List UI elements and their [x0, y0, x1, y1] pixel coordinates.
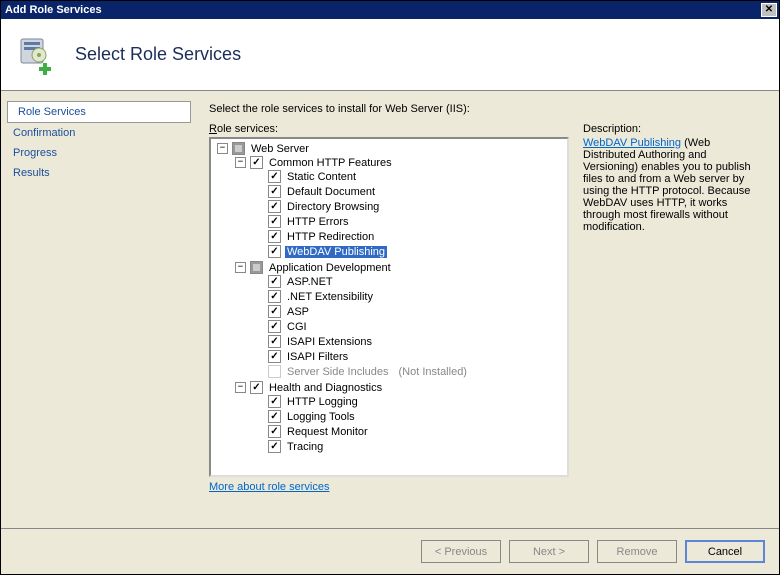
- tree-node-isapi-ext[interactable]: ISAPI Extensions: [253, 335, 565, 348]
- tree-node-net-extensibility[interactable]: .NET Extensibility: [253, 290, 565, 303]
- checkbox[interactable]: [268, 305, 281, 318]
- tree-node-common-http[interactable]: − Common HTTP Features: [235, 156, 565, 169]
- tree-node-webdav-publishing[interactable]: WebDAV Publishing: [253, 245, 565, 258]
- checkbox[interactable]: [268, 425, 281, 438]
- checkbox-disabled: [268, 365, 281, 378]
- tree-node-static-content[interactable]: Static Content: [253, 170, 565, 183]
- body: Role Services Confirmation Progress Resu…: [1, 91, 779, 528]
- dialog-window: Add Role Services ✕ Select Role Services…: [0, 0, 780, 575]
- instruction-text: Select the role services to install for …: [209, 103, 763, 115]
- checkbox[interactable]: [268, 395, 281, 408]
- tree-node-health[interactable]: − Health and Diagnostics: [235, 381, 565, 394]
- tree-node-isapi-filters[interactable]: ISAPI Filters: [253, 350, 565, 363]
- checkbox[interactable]: [268, 215, 281, 228]
- tree-node-logging-tools[interactable]: Logging Tools: [253, 410, 565, 423]
- description-link[interactable]: WebDAV Publishing: [583, 137, 681, 149]
- footer: < Previous Next > Remove Cancel: [1, 528, 779, 574]
- checkbox[interactable]: [268, 245, 281, 258]
- close-button[interactable]: ✕: [761, 3, 777, 17]
- tree-node-default-document[interactable]: Default Document: [253, 185, 565, 198]
- tree-node-ssi: Server Side Includes(Not Installed): [253, 365, 565, 378]
- tree-node-http-logging[interactable]: HTTP Logging: [253, 395, 565, 408]
- main-panel: Select the role services to install for …: [197, 91, 779, 528]
- window-title: Add Role Services: [5, 4, 102, 16]
- checkbox[interactable]: [268, 440, 281, 453]
- titlebar: Add Role Services ✕: [1, 1, 779, 19]
- checkbox[interactable]: [268, 230, 281, 243]
- role-services-tree[interactable]: − Web Server −: [209, 137, 569, 477]
- page-title: Select Role Services: [75, 44, 241, 65]
- tree-node-aspnet[interactable]: ASP.NET: [253, 275, 565, 288]
- checkbox-checked[interactable]: [250, 381, 263, 394]
- remove-button: Remove: [597, 540, 677, 563]
- tree-node-http-redirection[interactable]: HTTP Redirection: [253, 230, 565, 243]
- cancel-button[interactable]: Cancel: [685, 540, 765, 563]
- description-body: (Web Distributed Authoring and Versionin…: [583, 137, 751, 233]
- checkbox-mixed[interactable]: [250, 261, 263, 274]
- expand-icon[interactable]: −: [235, 262, 246, 273]
- checkbox-mixed[interactable]: [232, 142, 245, 155]
- checkbox[interactable]: [268, 185, 281, 198]
- checkbox[interactable]: [268, 275, 281, 288]
- tree-node-tracing[interactable]: Tracing: [253, 440, 565, 453]
- expand-icon[interactable]: −: [235, 382, 246, 393]
- checkbox[interactable]: [268, 335, 281, 348]
- step-role-services[interactable]: Role Services: [7, 101, 191, 123]
- checkbox[interactable]: [268, 200, 281, 213]
- tree-node-app-development[interactable]: − Application Development: [235, 261, 565, 274]
- step-results[interactable]: Results: [1, 163, 197, 183]
- role-services-label: Role services:: [209, 123, 569, 135]
- more-about-link[interactable]: More about role services: [209, 481, 329, 493]
- previous-button: < Previous: [421, 540, 501, 563]
- checkbox[interactable]: [268, 290, 281, 303]
- server-role-icon: [15, 33, 59, 77]
- checkbox[interactable]: [268, 410, 281, 423]
- checkbox-checked[interactable]: [250, 156, 263, 169]
- step-progress[interactable]: Progress: [1, 143, 197, 163]
- expand-icon[interactable]: −: [217, 143, 228, 154]
- step-confirmation[interactable]: Confirmation: [1, 123, 197, 143]
- tree-node-cgi[interactable]: CGI: [253, 320, 565, 333]
- checkbox[interactable]: [268, 170, 281, 183]
- checkbox[interactable]: [268, 320, 281, 333]
- header: Select Role Services: [1, 19, 779, 91]
- tree-node-request-monitor[interactable]: Request Monitor: [253, 425, 565, 438]
- description-label: Description:: [583, 123, 763, 135]
- steps-sidebar: Role Services Confirmation Progress Resu…: [1, 91, 197, 528]
- tree-node-directory-browsing[interactable]: Directory Browsing: [253, 200, 565, 213]
- tree-node-http-errors[interactable]: HTTP Errors: [253, 215, 565, 228]
- description-text: WebDAV Publishing (Web Distributed Autho…: [583, 137, 763, 233]
- tree-node-asp[interactable]: ASP: [253, 305, 565, 318]
- checkbox[interactable]: [268, 350, 281, 363]
- expand-icon[interactable]: −: [235, 157, 246, 168]
- tree-node-web-server[interactable]: − Web Server: [217, 142, 565, 155]
- next-button: Next >: [509, 540, 589, 563]
